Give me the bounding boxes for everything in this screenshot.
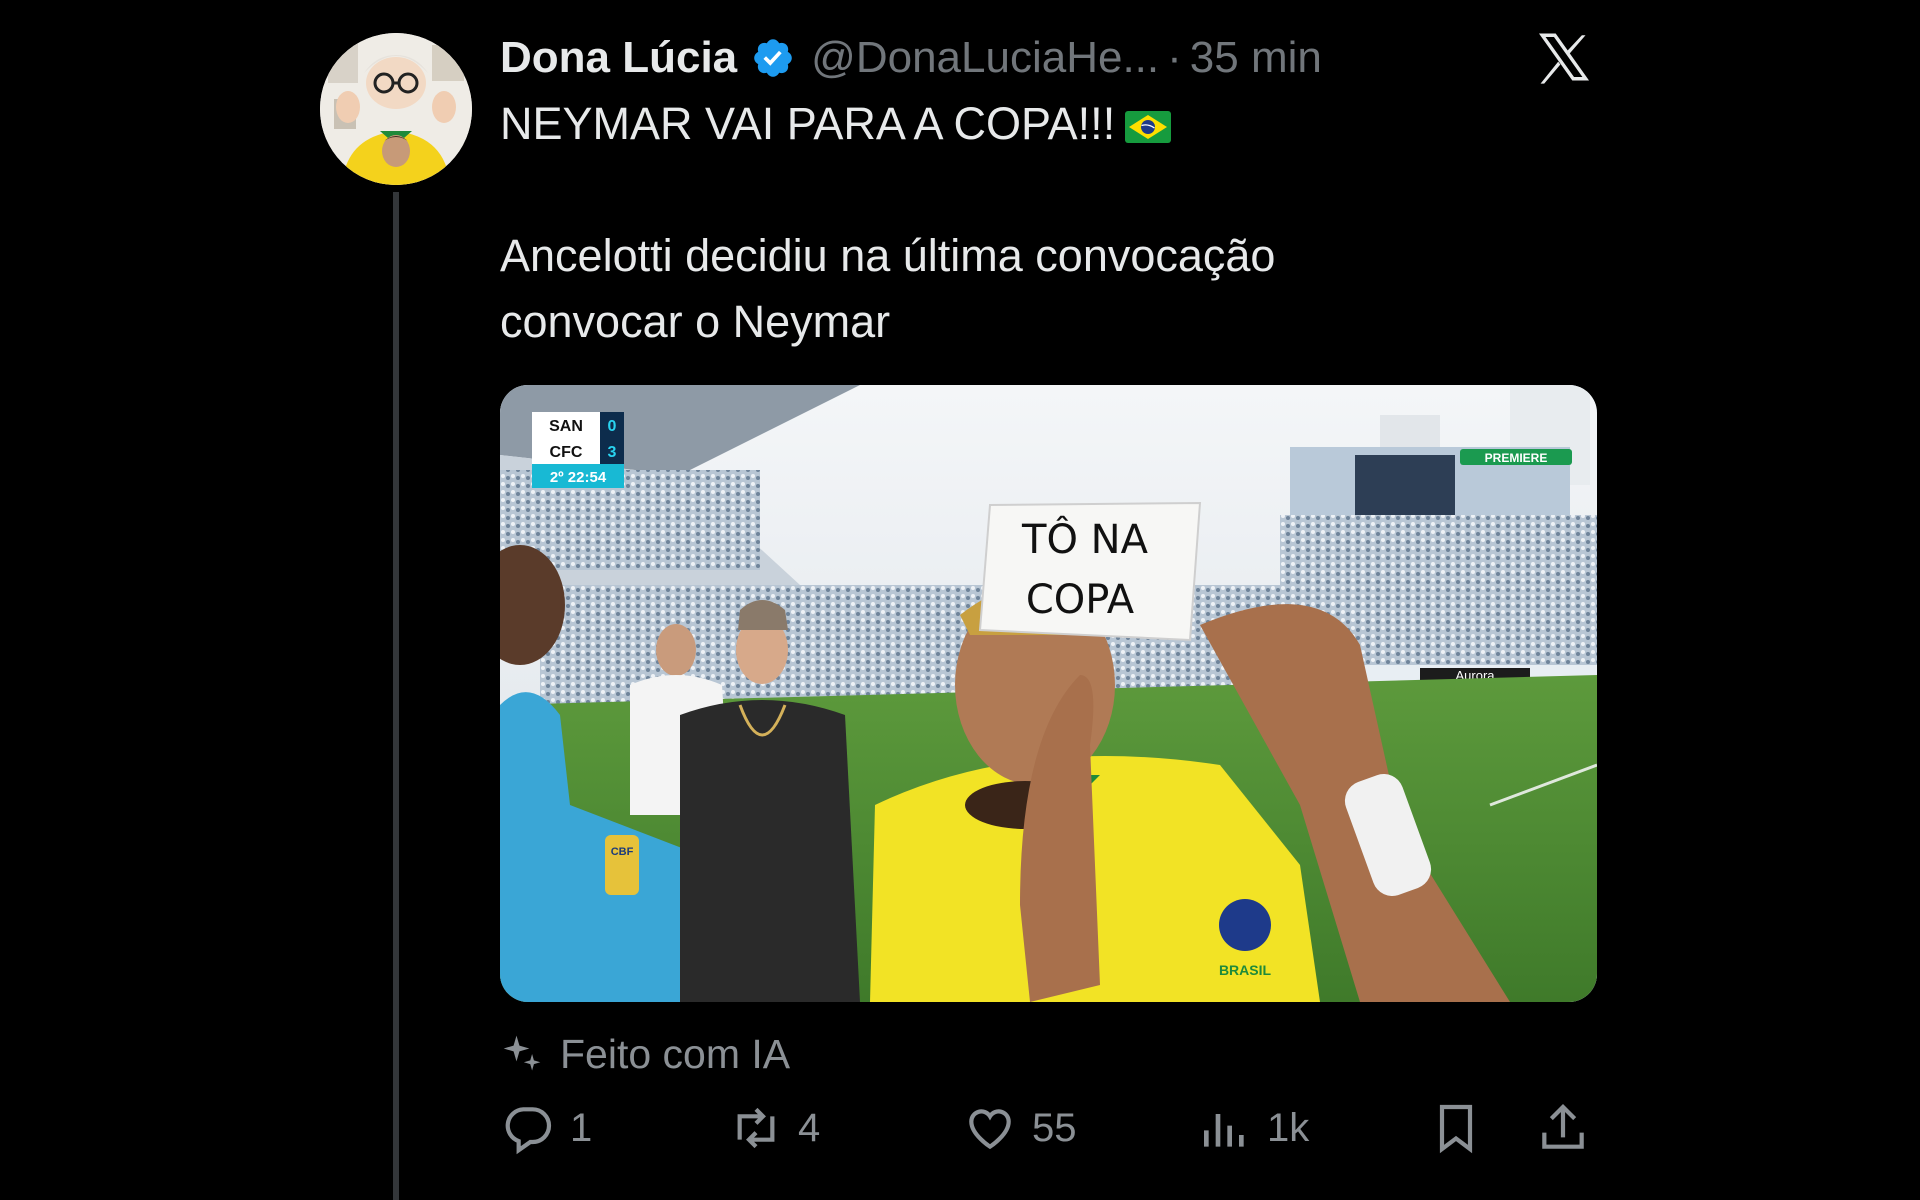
sign-text-line-1: TÔ NA [1021,515,1149,563]
team1-score: 0 [608,418,617,435]
views-icon [1204,1114,1244,1147]
share-icon [1542,1104,1584,1149]
heart-icon [969,1109,1011,1150]
reply-icon [505,1107,552,1155]
thread-line [393,192,399,1200]
tweet-view: Dona Lúcia @DonaLuciaHe... · 35 min NEYM… [0,0,1920,1200]
views-button[interactable]: 1k [1197,1096,1309,1160]
timestamp[interactable]: 35 min [1190,33,1322,83]
match-scoreboard: SAN 0 CFC 3 2º 22:54 [532,412,624,488]
x-logo-icon[interactable] [1535,28,1593,86]
action-bar: 1 4 55 1k [500,1096,1597,1160]
separator-dot: · [1167,33,1182,82]
tweet-text-line-2: Ancelotti decidiu na última convocação [500,230,1276,281]
tweet-headline: NEYMAR VAI PARA A COPA!!! [500,98,1116,149]
repost-count: 4 [798,1105,821,1150]
ai-label-text: Feito com IA [560,1030,791,1077]
views-count: 1k [1267,1105,1310,1150]
referee-badge-text: CBF [611,846,634,858]
verified-badge-icon [754,39,792,77]
sparkle-icon [503,1035,541,1071]
jersey-text: BRASIL [1219,962,1272,978]
team1-name: SAN [549,418,583,435]
avatar[interactable] [320,33,472,185]
tweet-media-image[interactable]: PREMIERE Aurora CBF BRASIL TÔ NA COPA SA… [500,385,1597,1002]
reply-button[interactable]: 1 [500,1096,592,1160]
like-button[interactable]: 55 [962,1096,1077,1160]
brazil-flag-icon [1125,111,1172,144]
match-clock: 2º 22:54 [550,469,607,486]
display-name[interactable]: Dona Lúcia [500,33,737,83]
repost-button[interactable]: 4 [728,1096,820,1160]
share-button[interactable] [1535,1096,1591,1160]
tweet-text-line-3: convocar o Neymar [500,296,891,347]
team2-name: CFC [550,444,583,461]
broadcaster-logo: PREMIERE [1485,451,1548,465]
team2-score: 3 [608,444,617,461]
tweet-text-line-1: NEYMAR VAI PARA A COPA!!! [500,98,1172,150]
bookmark-icon [1439,1104,1473,1154]
bookmark-button[interactable] [1428,1096,1484,1160]
tweet-header: Dona Lúcia @DonaLuciaHe... · 35 min [500,28,1322,88]
sign-text-line-2: COPA [1026,577,1135,623]
like-count: 55 [1032,1105,1077,1150]
repost-icon [737,1107,775,1149]
handle[interactable]: @DonaLuciaHe... [811,33,1159,83]
ai-generated-label[interactable]: Feito com IA [500,1030,790,1078]
reply-count: 1 [570,1105,593,1150]
